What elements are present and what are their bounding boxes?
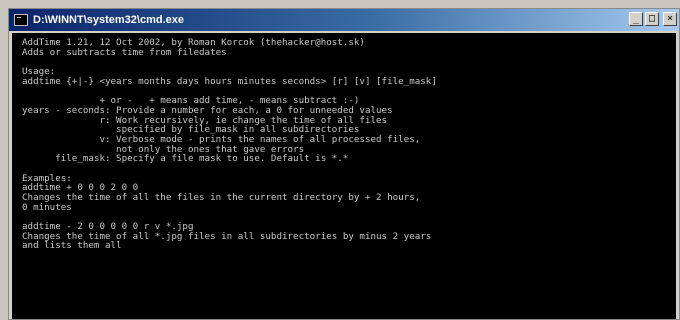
console-line: 0 minutes <box>22 201 72 213</box>
console-line: Adds or subtracts time from filedates <box>22 46 227 58</box>
maximize-button[interactable]: □ <box>645 12 659 26</box>
console-text: AddTime 1.21, 12 Oct 2002, by Roman Korc… <box>12 33 676 251</box>
window-controls: _ □ × <box>629 12 677 26</box>
close-button[interactable]: × <box>663 12 677 26</box>
console-line: file_mask: Specify a file mask to use. D… <box>22 153 349 165</box>
console-output[interactable]: AddTime 1.21, 12 Oct 2002, by Roman Korc… <box>12 33 676 319</box>
console-icon <box>14 14 28 26</box>
command-prompt-window: D:\WINNT\system32\cmd.exe _ □ × AddTime … <box>8 8 680 320</box>
title-bar[interactable]: D:\WINNT\system32\cmd.exe _ □ × <box>9 9 679 31</box>
console-line: Changes the time of all the files in the… <box>22 192 421 203</box>
console-line: addtime {+|-} <years months days hours m… <box>22 75 437 87</box>
minimize-button[interactable]: _ <box>629 12 643 26</box>
console-line: and lists them all <box>22 240 122 252</box>
window-title: D:\WINNT\system32\cmd.exe <box>33 14 184 26</box>
